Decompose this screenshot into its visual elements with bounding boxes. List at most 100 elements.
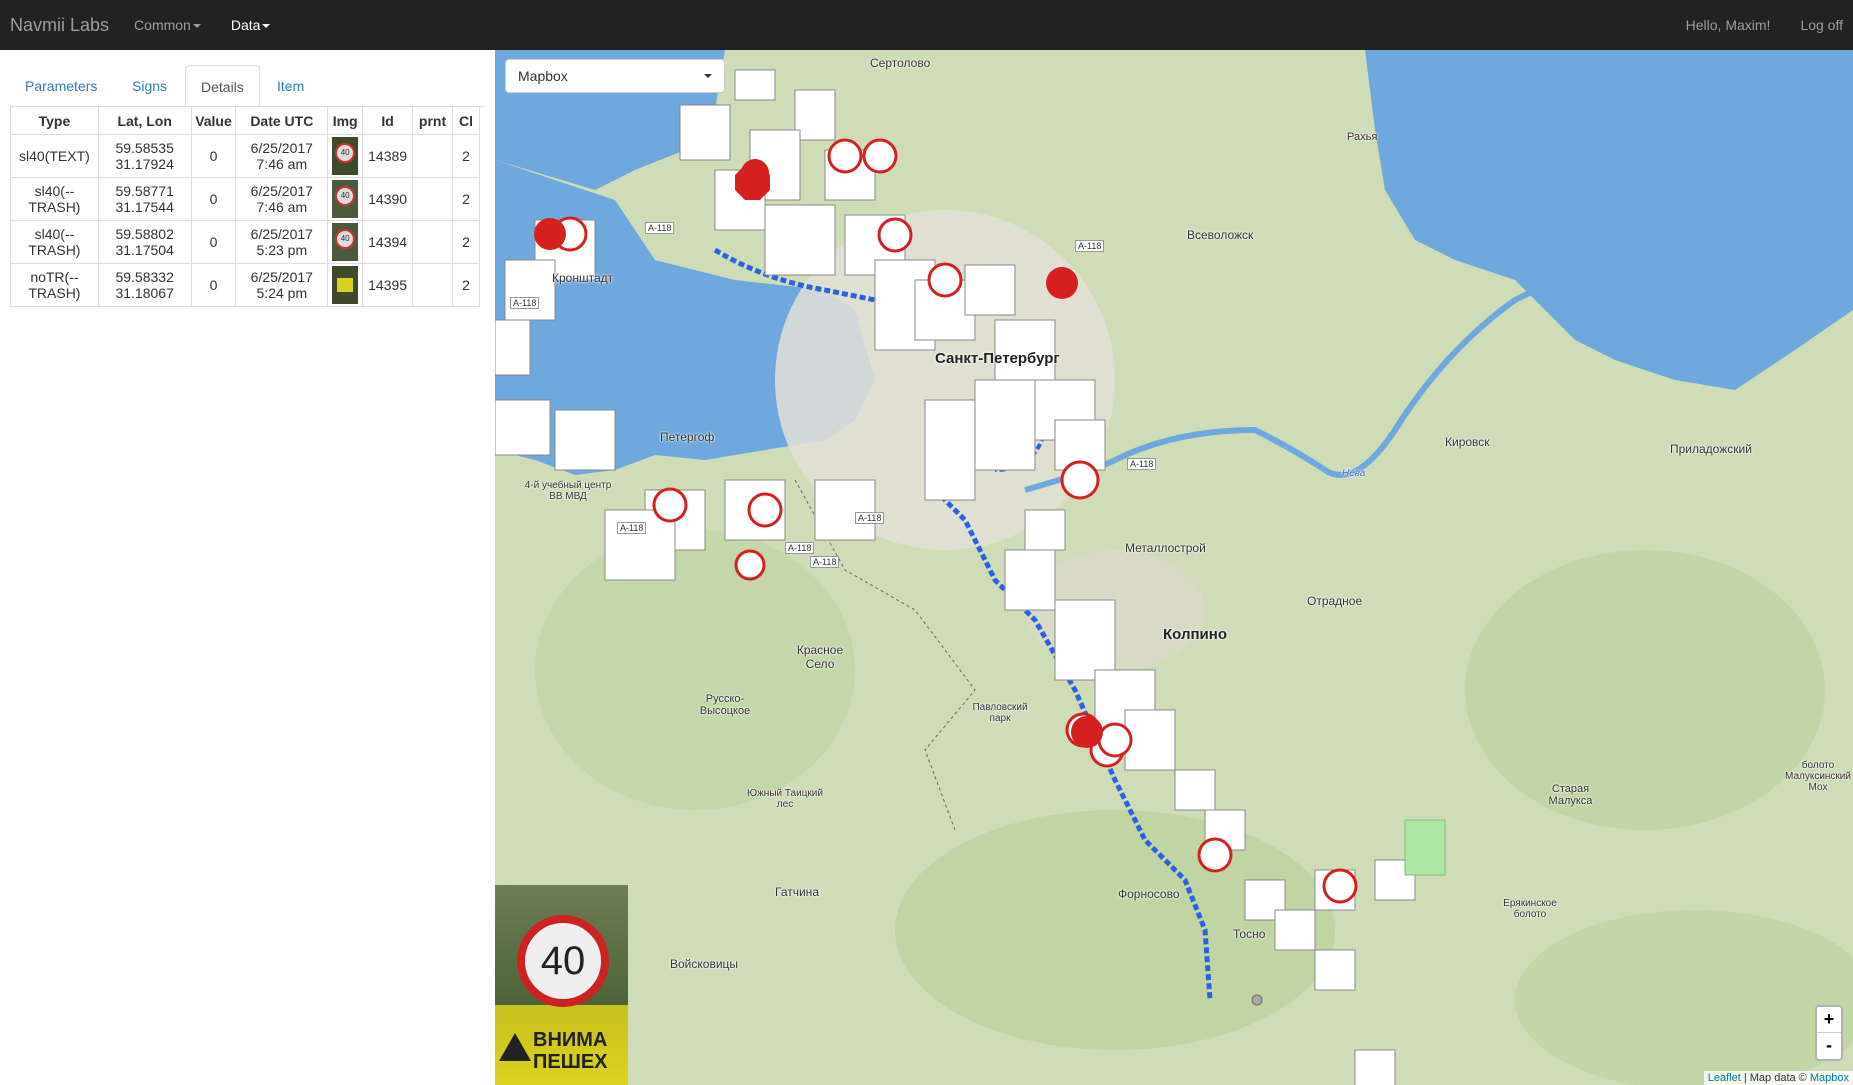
tab-parameters[interactable]: Parameters bbox=[10, 65, 112, 107]
table-row[interactable]: sl40(--TRASH) 59.58802 31.17504 0 6/25/20… bbox=[10, 220, 480, 264]
cell-lat: 59.58332 bbox=[115, 269, 174, 285]
sign-photo-text: ВНИМА ПЕШЕХ bbox=[533, 1029, 608, 1073]
cell-date: 6/25/2017 5:24 pm bbox=[235, 263, 329, 307]
cell-date-time: 7:46 am bbox=[256, 156, 308, 172]
map-label-kolpino: Колпино bbox=[1163, 626, 1227, 643]
cell-latlon: 59.58771 31.17544 bbox=[97, 177, 192, 221]
cell-prnt bbox=[412, 263, 453, 307]
col-prnt: prnt bbox=[412, 106, 453, 135]
cell-lon: 31.17544 bbox=[115, 199, 174, 215]
cell-type: sl40(--TRASH) bbox=[10, 177, 99, 221]
speed-limit-icon: 40 bbox=[335, 229, 356, 249]
road-shield: A-118 bbox=[645, 222, 675, 234]
map-label-fornosovo: Форносово bbox=[1118, 887, 1180, 901]
cell-value: 0 bbox=[190, 220, 237, 264]
cell-img[interactable]: 40 bbox=[327, 177, 364, 221]
tab-bar: Parameters Signs Details Item bbox=[10, 65, 485, 107]
cell-id: 14390 bbox=[362, 177, 414, 221]
cell-date-day: 6/25/2017 bbox=[250, 269, 313, 285]
cell-id: 14394 bbox=[362, 220, 414, 264]
table-row[interactable]: noTR(--TRASH) 59.58332 31.18067 0 6/25/20… bbox=[10, 263, 480, 307]
map-label-kirovsk: Кировск bbox=[1445, 435, 1490, 449]
road-shield: A-118 bbox=[1127, 458, 1157, 470]
table-row[interactable]: sl40(--TRASH) 59.58771 31.17544 0 6/25/20… bbox=[10, 177, 480, 221]
cell-date-day: 6/25/2017 bbox=[250, 183, 313, 199]
col-date: Date UTC bbox=[235, 106, 329, 135]
chevron-down-icon bbox=[704, 74, 712, 78]
map-attribution: Leaflet | Map data © Mapbox bbox=[1703, 1071, 1853, 1085]
zoom-out-button[interactable]: - bbox=[1817, 1033, 1841, 1059]
cell-type: noTR(--TRASH) bbox=[10, 263, 99, 307]
zoom-control: + - bbox=[1815, 1005, 1843, 1061]
road-shield: A-118 bbox=[617, 522, 647, 534]
chevron-down-icon bbox=[262, 24, 271, 29]
menu-data[interactable]: Data bbox=[216, 0, 286, 50]
cell-date: 6/25/2017 7:46 am bbox=[235, 177, 329, 221]
logoff-link[interactable]: Log off bbox=[1785, 0, 1853, 50]
tab-details[interactable]: Details bbox=[185, 65, 260, 107]
map-label-krasnoe-selo: Красное Село bbox=[796, 643, 844, 671]
map-layer-select[interactable]: Mapbox bbox=[505, 59, 725, 93]
map-label-priladozhsky: Приладожский bbox=[1670, 442, 1752, 456]
col-cl: Cl bbox=[452, 106, 480, 135]
menu-common[interactable]: Common bbox=[119, 0, 216, 50]
map-label-bolota: болото Малуксинский Мох bbox=[1785, 760, 1851, 793]
table-header-row: Type Lat, Lon Value Date UTC Img Id prnt… bbox=[10, 106, 480, 135]
map-label-kronshtadt: Кронштадт bbox=[552, 271, 614, 285]
cell-date-time: 5:23 pm bbox=[256, 242, 308, 258]
zoom-in-button[interactable]: + bbox=[1817, 1007, 1841, 1033]
cell-date-time: 7:46 am bbox=[256, 199, 308, 215]
map-label-otradnoe: Отрадное bbox=[1307, 594, 1363, 608]
map-label-tosno: Тосно bbox=[1233, 927, 1266, 941]
cell-value: 0 bbox=[190, 263, 237, 307]
map-label-voyskovitsy: Войсковицы bbox=[670, 957, 739, 971]
tab-signs[interactable]: Signs bbox=[117, 65, 182, 107]
cell-date-time: 5:24 pm bbox=[256, 285, 308, 301]
brand-logo[interactable]: Navmii Labs bbox=[0, 0, 119, 50]
map-label-russko-vysotskoe: Русско-Высоцкое bbox=[699, 693, 751, 717]
sign-thumbnail[interactable]: 40 bbox=[332, 223, 359, 261]
map-label-rakhya: Рахья bbox=[1347, 131, 1378, 143]
map-view[interactable]: Сертолово Всеволожск Кронштадт Петергоф … bbox=[495, 50, 1853, 1085]
cell-type: sl40(--TRASH) bbox=[10, 220, 99, 264]
map-label-pavlovsky-park: Павловский парк bbox=[972, 702, 1028, 724]
road-shield: A-118 bbox=[855, 512, 885, 524]
map-label-spb: Санкт-Петербург bbox=[935, 350, 1060, 367]
cell-lon: 31.18067 bbox=[115, 285, 174, 301]
sign-thumbnail[interactable]: 40 bbox=[332, 180, 359, 218]
cell-date-day: 6/25/2017 bbox=[250, 226, 313, 242]
table-row[interactable]: sl40(TEXT) 59.58535 31.17924 0 6/25/2017 7… bbox=[10, 134, 480, 178]
leaflet-link[interactable]: Leaflet bbox=[1708, 1072, 1741, 1084]
cell-value: 0 bbox=[190, 177, 237, 221]
sign-thumbnail[interactable] bbox=[332, 266, 359, 304]
cell-date: 6/25/2017 7:46 am bbox=[235, 134, 329, 178]
cell-value: 0 bbox=[190, 134, 237, 178]
map-label-eryakinskoe: Ерякинское болото bbox=[1503, 898, 1557, 920]
cell-img[interactable] bbox=[327, 263, 364, 307]
map-label-vsevolozhsk: Всеволожск bbox=[1187, 228, 1254, 242]
navbar: Navmii Labs Common Data Hello, Maxim! Lo… bbox=[0, 0, 1853, 50]
col-type: Type bbox=[10, 106, 99, 135]
cell-latlon: 59.58535 31.17924 bbox=[97, 134, 192, 178]
sign-thumbnail[interactable]: 40 bbox=[332, 137, 359, 175]
map-label-school: 4-й учебный центр ВВ МВД bbox=[524, 480, 612, 502]
road-shield: A-118 bbox=[1075, 240, 1105, 252]
cell-img[interactable]: 40 bbox=[327, 134, 364, 178]
cell-type: sl40(TEXT) bbox=[10, 134, 99, 178]
map-label-metallostroy: Металлострой bbox=[1125, 541, 1206, 555]
cell-lat: 59.58802 bbox=[115, 226, 174, 242]
cell-lon: 31.17504 bbox=[115, 242, 174, 258]
details-table: Type Lat, Lon Value Date UTC Img Id prnt… bbox=[10, 106, 480, 307]
cell-latlon: 59.58802 31.17504 bbox=[97, 220, 192, 264]
cell-img[interactable]: 40 bbox=[327, 220, 364, 264]
warning-sign-icon bbox=[337, 278, 354, 292]
map-layer-select-value: Mapbox bbox=[518, 68, 568, 84]
map-label-peterhof: Петергоф bbox=[660, 430, 715, 444]
user-greeting[interactable]: Hello, Maxim! bbox=[1671, 0, 1786, 50]
col-value: Value bbox=[190, 106, 237, 135]
mapbox-link[interactable]: Mapbox bbox=[1810, 1072, 1849, 1084]
cell-id: 14389 bbox=[362, 134, 414, 178]
tab-item[interactable]: Item bbox=[262, 65, 319, 107]
col-latlon: Lat, Lon bbox=[97, 106, 192, 135]
cell-prnt bbox=[412, 220, 453, 264]
